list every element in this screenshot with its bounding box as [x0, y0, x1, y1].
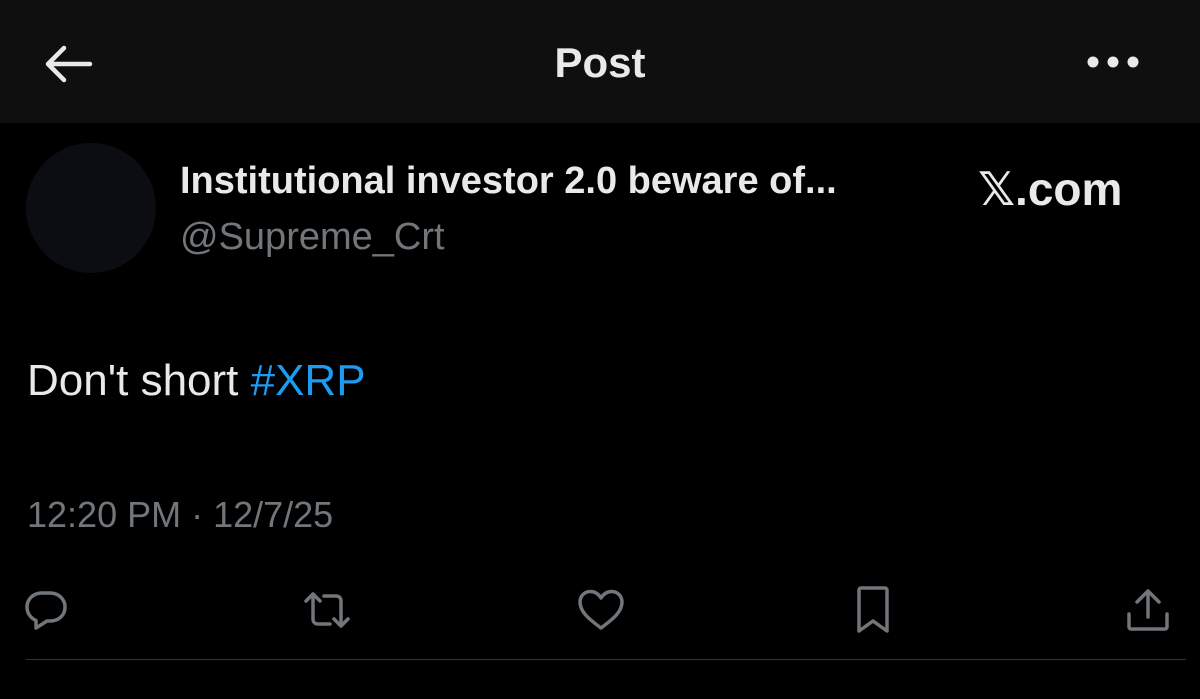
more-options-button[interactable] — [1078, 40, 1148, 84]
hashtag-link[interactable]: #XRP — [251, 356, 366, 405]
bookmark-icon — [857, 586, 889, 633]
divider — [26, 659, 1186, 660]
share-button[interactable] — [1118, 580, 1178, 640]
author-display-name[interactable]: Institutional investor 2.0 beware of... — [180, 158, 950, 204]
author-handle[interactable]: @Supreme_Crt — [180, 214, 445, 260]
post-time[interactable]: 12:20 PM — [27, 494, 181, 535]
reply-button[interactable] — [16, 580, 76, 640]
bookmark-button[interactable] — [843, 580, 903, 640]
post-text-body: Don't short — [27, 356, 251, 405]
x-com-watermark: 𝕏.com — [978, 163, 1123, 215]
avatar[interactable] — [26, 143, 156, 273]
post-date[interactable]: 12/7/25 — [213, 494, 333, 535]
comment-icon — [25, 591, 67, 630]
ellipsis-icon — [1087, 56, 1139, 68]
top-bar: Post — [0, 0, 1200, 123]
repost-button[interactable] — [297, 580, 357, 640]
post-text: Don't short #XRP — [27, 353, 366, 409]
repost-icon — [304, 592, 350, 628]
arrow-left-icon — [45, 45, 93, 83]
like-button[interactable] — [571, 580, 631, 640]
page-title: Post — [554, 39, 646, 86]
back-button[interactable] — [38, 38, 98, 90]
share-icon — [1127, 589, 1169, 631]
post-timestamp: 12:20 PM · 12/7/25 — [27, 492, 333, 538]
timestamp-separator: · — [181, 494, 214, 535]
heart-icon — [578, 589, 624, 630]
action-bar — [0, 580, 1200, 640]
